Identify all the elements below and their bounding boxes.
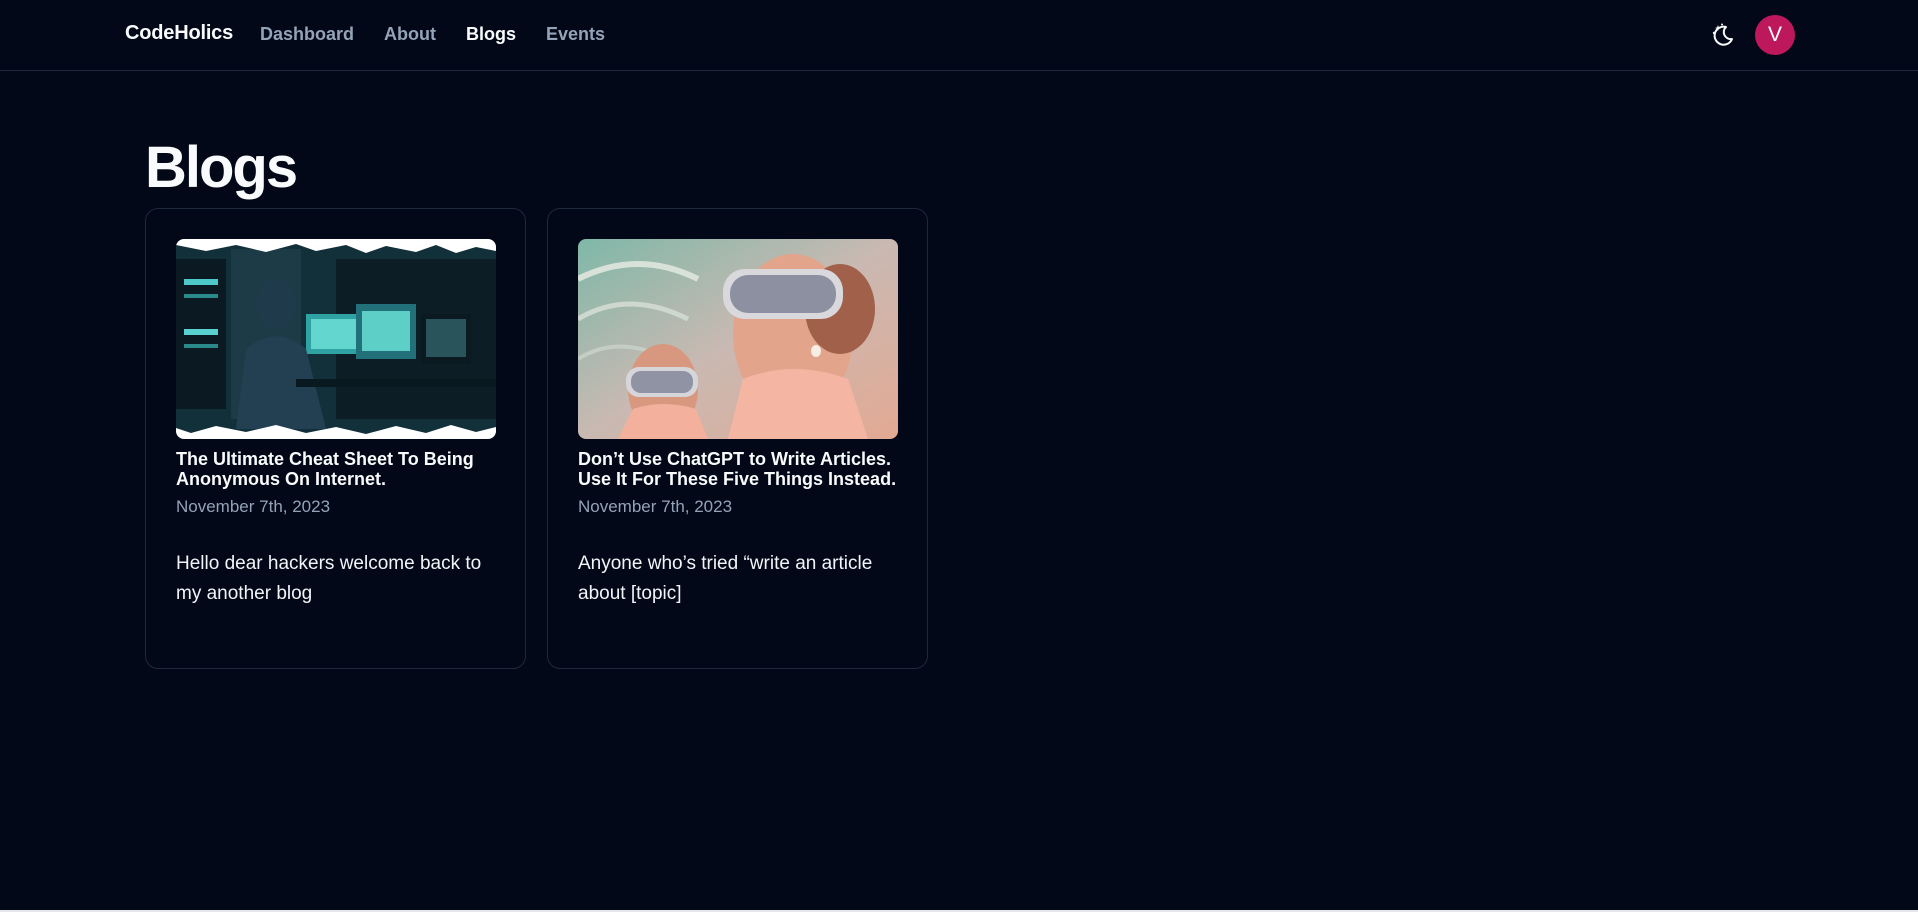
nav-link-dashboard[interactable]: Dashboard [260,24,354,45]
blog-card-image [578,239,898,439]
blog-card-title[interactable]: Don’t Use ChatGPT to Write Articles. Use… [578,449,908,489]
blog-card-title[interactable]: The Ultimate Cheat Sheet To Being Anonym… [176,449,506,489]
blog-card-list: The Ultimate Cheat Sheet To Being Anonym… [145,208,928,669]
user-avatar-button[interactable]: V [1755,15,1795,55]
nav-link-blogs[interactable]: Blogs [466,24,516,45]
blog-card[interactable]: The Ultimate Cheat Sheet To Being Anonym… [145,208,526,669]
brand-logo-link[interactable]: CodeHolics [125,22,233,45]
blog-card-excerpt: Hello dear hackers welcome back to my an… [176,553,482,604]
moon-stars-icon [1712,23,1733,46]
avatar-initial: V [1767,23,1782,46]
blog-card-excerpt: Anyone who’s tried “write an article abo… [578,553,873,604]
hacker-workstation-image [176,239,496,439]
nav-link-events[interactable]: Events [546,24,605,45]
blog-card-date: November 7th, 2023 [176,497,331,516]
page-title: Blogs [145,135,298,200]
blog-card-date: November 7th, 2023 [578,497,733,516]
blogs-page: CodeHolics Dashboard About Blogs Events … [0,0,1918,912]
top-navbar: CodeHolics Dashboard About Blogs Events … [0,0,1918,71]
theme-toggle-button[interactable] [1708,20,1738,50]
blog-card-image [176,239,496,439]
blog-card[interactable]: Don’t Use ChatGPT to Write Articles. Use… [547,208,928,669]
main-nav: Dashboard About Blogs Events [260,24,605,45]
nav-link-about[interactable]: About [384,24,436,45]
vr-headset-women-image [578,239,898,439]
